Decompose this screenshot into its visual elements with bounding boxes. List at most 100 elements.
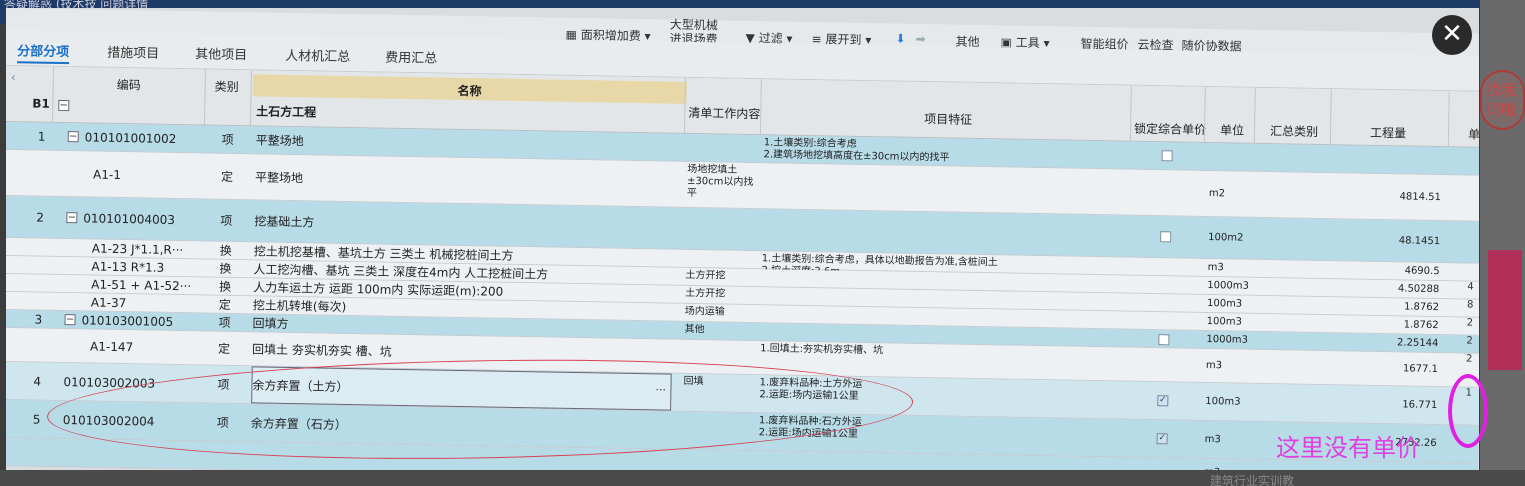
row-code-cell: −010103001005 [64, 311, 198, 330]
lock-price-checkbox[interactable]: ✓ [1157, 395, 1169, 407]
screenshot-photo: ▦ 面积增加费 ▾ 大型机械 进退场费 ▼ 过滤 ▾ ≡ 展开到 ▾ ⬇ ➡ 其他… [6, 8, 1479, 470]
help-bubble[interactable]: 找我 问哦 [1480, 70, 1525, 130]
section-title: 土石方工程 [256, 104, 317, 120]
row-number: 5 [32, 412, 41, 427]
row-features [763, 163, 1128, 214]
row-code-cell: A1-37 [91, 294, 225, 313]
collapse-icon[interactable]: − [66, 212, 78, 224]
row-number [37, 151, 52, 196]
collapse-panel-icon[interactable]: ‹ [11, 70, 16, 84]
row-unit: m2 [1208, 188, 1226, 200]
row-quantity: 2.25144 [1396, 337, 1439, 350]
row-unit: 1000m3 [1207, 280, 1249, 292]
row-unit: 100m3 [1206, 298, 1243, 310]
tab-cost-summary[interactable]: 费用汇总 [385, 47, 437, 67]
row-number [36, 239, 50, 256]
row-code-cell: A1-23 J*1.1,R··· [92, 240, 226, 259]
row-quantity [1333, 145, 1441, 174]
header-lock-price: 锁定综合单价 [1133, 121, 1207, 137]
row-category: 换 [219, 261, 232, 276]
row-number [35, 275, 49, 292]
header-quantity: 工程量 [1369, 125, 1407, 141]
close-icon: ✕ [1441, 19, 1463, 49]
row-code-cell: −010101001002 [67, 123, 202, 152]
lock-price-checkbox[interactable] [1158, 334, 1170, 346]
collapse-icon[interactable]: − [67, 131, 79, 143]
large-machine-label-1: 大型机械 [669, 17, 718, 33]
row-unit-price: 2 [1466, 353, 1473, 365]
lock-price-checkbox[interactable] [1160, 231, 1172, 243]
header-features: 项目特征 [924, 112, 973, 127]
close-button[interactable]: ✕ [1432, 15, 1472, 55]
row-unit [1209, 143, 1251, 171]
header-summary-type: 汇总类别 [1269, 124, 1319, 139]
row-number: 2 [36, 210, 45, 225]
row-number [35, 257, 49, 274]
header-code: 编码 [116, 77, 141, 93]
background-banner [1488, 250, 1522, 370]
header-unit: 单位 [1219, 123, 1245, 138]
row-category: 项 [221, 132, 234, 147]
row-quantity: 1.8762 [1403, 319, 1439, 332]
row-code: A1-13 R*1.3 [91, 259, 165, 275]
row-quantity: 4814.51 [1399, 191, 1442, 204]
row-unit: m3 [1205, 359, 1223, 372]
row-code-cell: A1-147 [90, 330, 225, 365]
row-code: A1-147 [89, 339, 134, 354]
row-unit: 1000m3 [1206, 334, 1249, 346]
row-unit: 100m2 [1208, 232, 1244, 244]
row-quantity: 1677.1 [1402, 363, 1439, 376]
header-category: 类别 [214, 79, 239, 95]
annotation-text: 这里没有单价 [1276, 434, 1420, 462]
row-work-content [686, 250, 756, 268]
row-category: 定 [220, 169, 234, 184]
row-code-cell: A1-1 [93, 152, 228, 199]
magenta-annotation-ring [1448, 374, 1488, 448]
row-category: 换 [219, 279, 232, 294]
header-work-content: 清单工作内容 [688, 105, 761, 122]
row-quantity: 1.8762 [1403, 301, 1440, 314]
row-quantity: 16.771 [1402, 399, 1438, 412]
tab-other-items[interactable]: 其他项目 [195, 43, 247, 63]
row-number: 1 [37, 129, 46, 144]
row-work-content [686, 208, 757, 250]
collapse-icon[interactable]: − [64, 314, 76, 326]
header-collapse[interactable]: − [58, 97, 75, 112]
row-unit-price: 8 [1466, 299, 1474, 311]
header-name: 名称 [252, 74, 687, 104]
row-number [35, 293, 49, 310]
row-code: 010101001002 [84, 129, 177, 146]
row-work-content: 场地挖填土±30cm以内找平 [686, 163, 754, 200]
move-right-icon[interactable]: ➡ [915, 32, 925, 46]
row-name: 平整场地 [254, 170, 304, 186]
row-unit: 100m3 [1206, 316, 1243, 328]
row-unit: m3 [1207, 262, 1224, 274]
row-work-content: 场内运输 [684, 305, 725, 318]
background-bottom-bar: 建筑行业实训教 [0, 470, 1525, 486]
lock-price-checkbox[interactable] [1161, 150, 1173, 162]
tab-sub-items[interactable]: 分部分项 [17, 40, 70, 65]
row-unit: m3 [1204, 459, 1221, 470]
row-work-content [687, 134, 757, 162]
row-code: 010101004003 [83, 210, 176, 227]
row-category: 换 [219, 243, 232, 258]
tab-measures[interactable]: 措施项目 [107, 42, 159, 62]
header-unit-price: 单 [1467, 127, 1479, 142]
row-unit: m3 [1204, 433, 1221, 446]
row-unit-price: 2 [1466, 317, 1474, 329]
header-b1: B1 [32, 96, 50, 111]
lock-price-checkbox[interactable]: ✓ [1156, 433, 1168, 445]
row-quantity: 4690.5 [1404, 265, 1440, 278]
background-link[interactable]: 建筑行业实训教 [1210, 472, 1294, 486]
row-quantity: 48.1451 [1398, 235, 1441, 248]
row-code: A1-37 [90, 295, 127, 310]
tab-labor-material-summary[interactable]: 人材机汇总 [285, 45, 350, 65]
row-category: 项 [218, 315, 231, 330]
row-work-content: 土方开挖 [685, 269, 726, 282]
move-down-icon[interactable]: ⬇ [895, 32, 905, 46]
row-name: 挖基础土方 [254, 214, 315, 230]
row-category: 定 [218, 297, 231, 312]
row-number [34, 329, 49, 362]
row-unit-price: 4 [1467, 281, 1474, 293]
row-code-cell: A1-13 R*1.3 [91, 258, 225, 277]
